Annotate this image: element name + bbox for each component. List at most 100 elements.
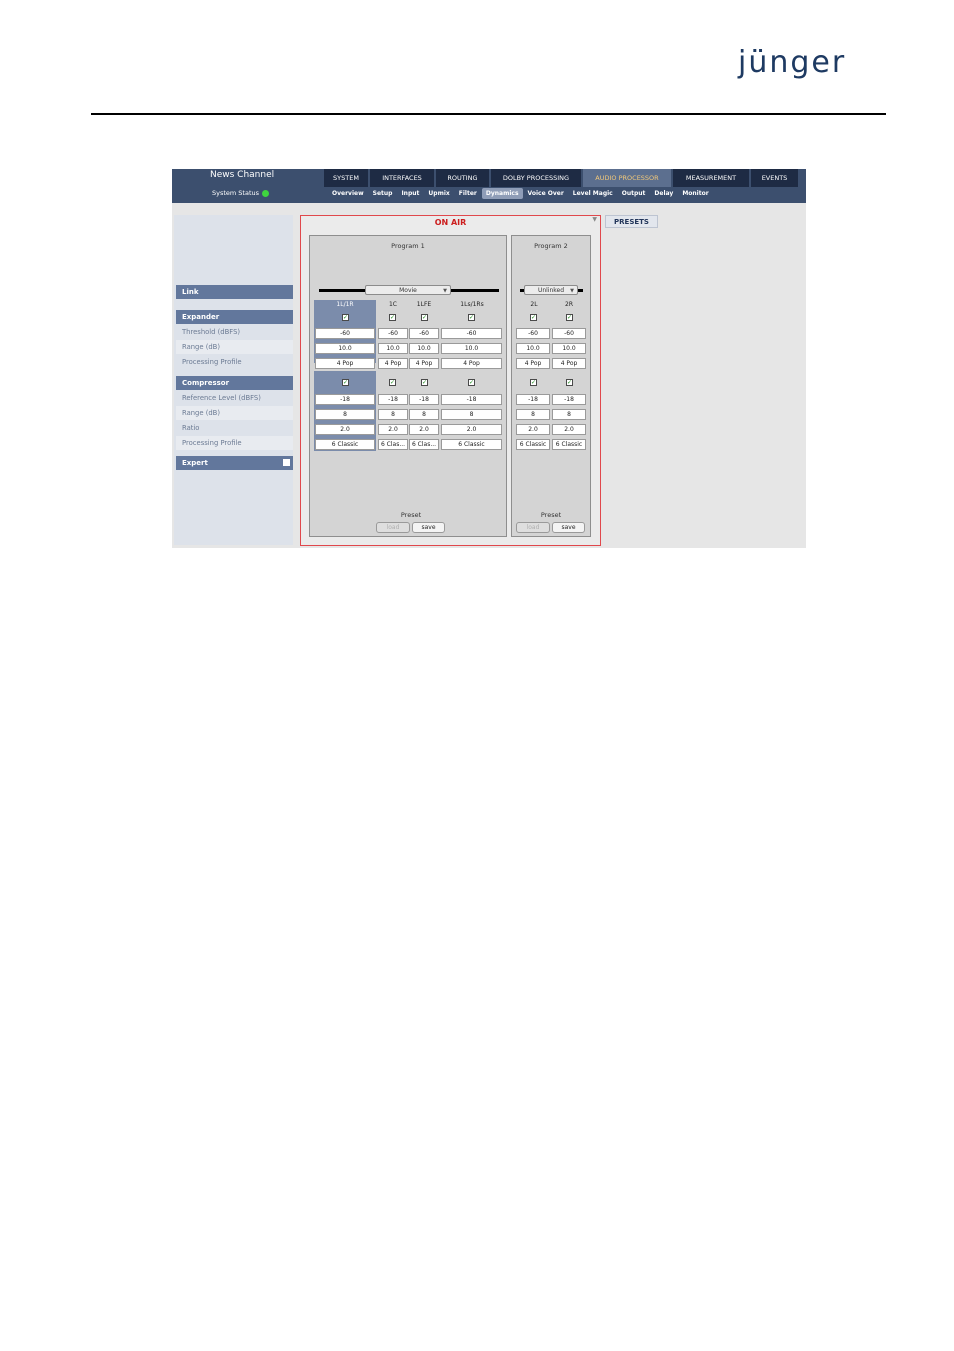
tab-measurement[interactable]: MEASUREMENT [673, 169, 749, 187]
expander-enable-checkbox[interactable]: ✓ [530, 314, 537, 321]
compressor-range-field[interactable]: 8 [409, 409, 439, 420]
compressor-ratio-field[interactable]: 2.0 [378, 424, 408, 435]
compressor-ratio-field[interactable]: 2.0 [441, 424, 502, 435]
compressor-range-field[interactable]: 8 [378, 409, 408, 420]
compressor-ratio-field[interactable]: 2.0 [409, 424, 439, 435]
program-2-link-value: Unlinked [537, 287, 565, 294]
expander-profile-field[interactable]: 4 Pop [378, 358, 408, 369]
tab-system[interactable]: SYSTEM [324, 169, 368, 187]
expander-range-field[interactable]: 10.0 [378, 343, 408, 354]
compressor-range-field[interactable]: 8 [441, 409, 502, 420]
compressor-range-field[interactable]: 8 [552, 409, 586, 420]
expander-profile-field[interactable]: 4 Pop [516, 358, 550, 369]
compressor-enable-checkbox[interactable]: ✓ [389, 379, 396, 386]
compressor-enable-checkbox[interactable]: ✓ [421, 379, 428, 386]
compressor-reference-field[interactable]: -18 [378, 394, 408, 405]
expander-profile-field[interactable]: 4 Pop [409, 358, 439, 369]
expander-enable-checkbox[interactable]: ✓ [389, 314, 396, 321]
program-1-load-button[interactable]: load [376, 522, 410, 533]
expander-enable-checkbox[interactable]: ✓ [566, 314, 573, 321]
expander-range-field[interactable]: 10.0 [552, 343, 586, 354]
compressor-ratio-field[interactable]: 2.0 [315, 424, 375, 435]
subtab-filter[interactable]: Filter [455, 188, 481, 199]
expert-checkbox[interactable] [283, 459, 290, 466]
compressor-enable-checkbox[interactable]: ✓ [530, 379, 537, 386]
top-bar: News Channel System Status SYSTEM INTERF… [172, 169, 806, 203]
subtab-input[interactable]: Input [397, 188, 423, 199]
tab-interfaces[interactable]: INTERFACES [370, 169, 434, 187]
channel-label[interactable]: 2L [514, 301, 554, 308]
expander-enable-checkbox[interactable]: ✓ [342, 314, 349, 321]
tab-dolby-processing[interactable]: DOLBY PROCESSING [491, 169, 581, 187]
program-1-preset-label: Preset [400, 511, 422, 519]
subtab-setup[interactable]: Setup [369, 188, 397, 199]
compressor-reference-field[interactable]: -18 [441, 394, 502, 405]
expander-profile-field[interactable]: 4 Pop [552, 358, 586, 369]
compressor-range-field[interactable]: 8 [315, 409, 375, 420]
channel-label[interactable]: 1Ls/1Rs [452, 301, 492, 308]
program-1-save-button[interactable]: save [412, 522, 445, 533]
compressor-reference-field[interactable]: -18 [315, 394, 375, 405]
subtab-output[interactable]: Output [618, 188, 650, 199]
header-rule [91, 113, 886, 115]
compressor-profile-field[interactable]: 6 Clas... [409, 439, 439, 450]
compressor-profile-field[interactable]: 6 Classic [315, 439, 375, 450]
tab-events[interactable]: EVENTS [751, 169, 798, 187]
subtab-monitor[interactable]: Monitor [678, 188, 712, 199]
program-2-link-select[interactable]: Unlinked ▼ [524, 285, 578, 295]
channel-label[interactable]: 2R [549, 301, 589, 308]
compressor-range-field[interactable]: 8 [516, 409, 550, 420]
expander-range-field[interactable]: 10.0 [441, 343, 502, 354]
tab-audio-processor[interactable]: AUDIO PROCESSOR [583, 169, 671, 187]
program-2-panel: Program 2 Unlinked ▼ 2L 2R ✓ ✓ -60 -60 10… [511, 235, 591, 537]
compressor-reference-field[interactable]: -18 [516, 394, 550, 405]
program-2-save-button[interactable]: save [552, 522, 585, 533]
junger-logo: jünger [738, 45, 847, 80]
expander-threshold-field[interactable]: -60 [516, 328, 550, 339]
expander-range-field[interactable]: 10.0 [516, 343, 550, 354]
compressor-enable-checkbox[interactable]: ✓ [342, 379, 349, 386]
expander-enable-checkbox[interactable]: ✓ [421, 314, 428, 321]
subtab-dynamics[interactable]: Dynamics [481, 188, 523, 199]
expander-threshold-field[interactable]: -60 [315, 328, 375, 339]
system-status-label: System Status [212, 189, 260, 197]
subtab-level-magic[interactable]: Level Magic [569, 188, 617, 199]
subtab-voice-over[interactable]: Voice Over [524, 188, 568, 199]
subtab-overview[interactable]: Overview [328, 188, 368, 199]
expander-range-field[interactable]: 10.0 [315, 343, 375, 354]
tab-routing[interactable]: ROUTING [436, 169, 489, 187]
compressor-ratio-field[interactable]: 2.0 [552, 424, 586, 435]
program-1-title: Program 1 [391, 242, 425, 250]
compressor-profile-field[interactable]: 6 Classic [552, 439, 586, 450]
compressor-enable-checkbox[interactable]: ✓ [566, 379, 573, 386]
compressor-ratio-field[interactable]: 2.0 [516, 424, 550, 435]
expert-header[interactable]: Expert [176, 456, 293, 470]
program-1-link-select[interactable]: Movie ▼ [365, 285, 451, 295]
expander-threshold-field[interactable]: -60 [441, 328, 502, 339]
subtab-upmix[interactable]: Upmix [424, 188, 453, 199]
expander-range-label: Range (dB) [176, 340, 293, 354]
chevron-down-icon: ▼ [443, 288, 447, 294]
collapse-arrow-icon[interactable]: ▼ [592, 216, 597, 223]
expander-profile-field[interactable]: 4 Pop [441, 358, 502, 369]
compressor-profile-field[interactable]: 6 Clas... [378, 439, 408, 450]
channel-label[interactable]: 1LFE [404, 301, 444, 308]
compressor-profile-field[interactable]: 6 Classic [516, 439, 550, 450]
compressor-profile-label: Processing Profile [176, 436, 293, 450]
compressor-reference-field[interactable]: -18 [552, 394, 586, 405]
expander-profile-field[interactable]: 4 Pop [315, 358, 375, 369]
presets-button[interactable]: PRESETS [605, 215, 658, 228]
expander-range-field[interactable]: 10.0 [409, 343, 439, 354]
expander-threshold-field[interactable]: -60 [552, 328, 586, 339]
channel-label[interactable]: 1L/1R [325, 301, 365, 308]
expander-threshold-field[interactable]: -60 [378, 328, 408, 339]
expander-enable-checkbox[interactable]: ✓ [468, 314, 475, 321]
link-header[interactable]: Link [176, 285, 293, 299]
program-2-load-button[interactable]: load [516, 522, 550, 533]
compressor-header: Compressor [176, 376, 293, 390]
compressor-reference-field[interactable]: -18 [409, 394, 439, 405]
compressor-profile-field[interactable]: 6 Classic [441, 439, 502, 450]
expander-threshold-field[interactable]: -60 [409, 328, 439, 339]
subtab-delay[interactable]: Delay [650, 188, 677, 199]
compressor-enable-checkbox[interactable]: ✓ [468, 379, 475, 386]
